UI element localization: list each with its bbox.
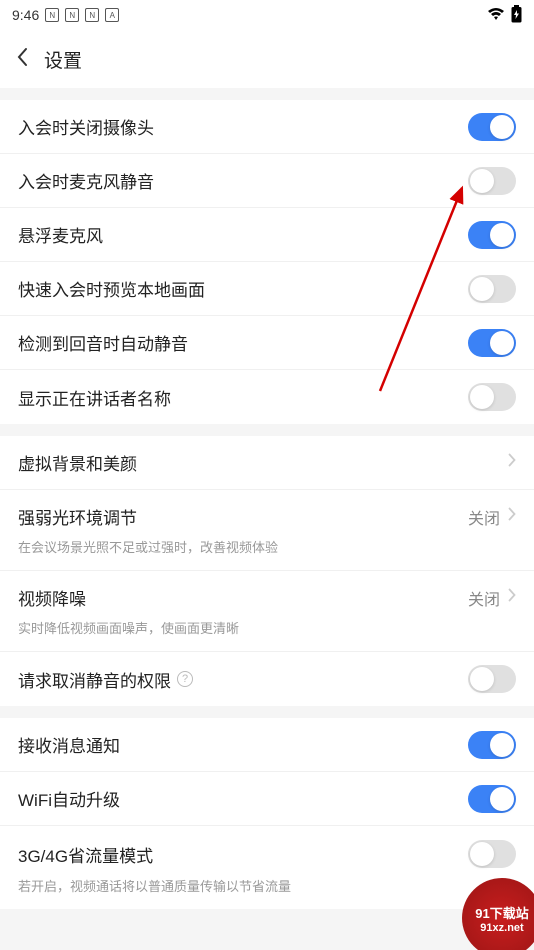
toggle-knob [490, 223, 514, 247]
settings-row: 3G/4G省流量模式若开启，视频通话将以普通质量传输以节省流量 [0, 826, 534, 909]
row-label: 显示正在讲话者名称 [18, 385, 171, 410]
settings-section: 虚拟背景和美颜强弱光环境调节关闭在会议场景光照不足或过强时，改善视频体验视频降噪… [0, 436, 534, 706]
status-bar: 9:46 N N N A [0, 0, 534, 30]
row-right [468, 383, 516, 411]
settings-section: 接收消息通知 WiFi自动升级 3G/4G省流量模式若开启，视频通话将以普通质量传输… [0, 718, 534, 909]
row-label: 入会时麦克风静音 [18, 168, 154, 193]
toggle-switch[interactable] [468, 383, 516, 411]
settings-row: 入会时关闭摄像头 [0, 100, 534, 154]
settings-section: 入会时关闭摄像头入会时麦克风静音悬浮麦克风快速入会时预览本地画面检测到回音时自动… [0, 100, 534, 424]
toggle-knob [470, 667, 494, 691]
toggle-switch[interactable] [468, 329, 516, 357]
row-right [468, 167, 516, 195]
row-right: 关闭 [468, 586, 516, 610]
row-right [508, 453, 516, 472]
toggle-knob [470, 169, 494, 193]
row-label: 强弱光环境调节 [18, 504, 137, 529]
battery-icon [511, 5, 522, 26]
settings-row: 悬浮麦克风 [0, 208, 534, 262]
toggle-switch[interactable] [468, 221, 516, 249]
row-right [468, 840, 516, 868]
row-label: 接收消息通知 [18, 732, 120, 757]
row-value: 关闭 [468, 505, 500, 529]
row-label: 快速入会时预览本地画面 [18, 276, 205, 301]
settings-row: 接收消息通知 [0, 718, 534, 772]
toggle-switch[interactable] [468, 275, 516, 303]
toggle-switch[interactable] [468, 785, 516, 813]
toggle-knob [490, 733, 514, 757]
row-value: 关闭 [468, 586, 500, 610]
row-label: 请求取消静音的权限? [18, 667, 193, 692]
settings-row: 请求取消静音的权限? [0, 652, 534, 706]
page-title: 设置 [44, 46, 82, 73]
settings-row: WiFi自动升级 [0, 772, 534, 826]
row-right [468, 665, 516, 693]
status-icon: N [45, 8, 59, 22]
toggle-knob [470, 385, 494, 409]
row-label: 入会时关闭摄像头 [18, 114, 154, 139]
status-left: 9:46 N N N A [12, 7, 119, 23]
toggle-knob [470, 842, 494, 866]
row-right [468, 275, 516, 303]
row-right [468, 731, 516, 759]
toggle-switch[interactable] [468, 113, 516, 141]
toggle-switch[interactable] [468, 167, 516, 195]
row-right [468, 329, 516, 357]
chevron-right-icon [508, 453, 516, 472]
status-right [487, 5, 522, 26]
row-right [468, 221, 516, 249]
settings-row: 快速入会时预览本地画面 [0, 262, 534, 316]
settings-row: 检测到回音时自动静音 [0, 316, 534, 370]
settings-row[interactable]: 虚拟背景和美颜 [0, 436, 534, 490]
row-right: 关闭 [468, 505, 516, 529]
row-right [468, 113, 516, 141]
wifi-icon [487, 7, 505, 24]
row-label: 悬浮麦克风 [18, 222, 103, 247]
status-time: 9:46 [12, 7, 39, 23]
toggle-knob [490, 787, 514, 811]
row-right [468, 785, 516, 813]
watermark-url: 91xz.net [480, 922, 523, 934]
toggle-switch[interactable] [468, 665, 516, 693]
help-icon[interactable]: ? [177, 671, 193, 687]
back-icon[interactable] [16, 47, 28, 72]
toggle-knob [490, 331, 514, 355]
status-icon: N [65, 8, 79, 22]
settings-row[interactable]: 强弱光环境调节 关闭在会议场景光照不足或过强时，改善视频体验 [0, 490, 534, 571]
chevron-right-icon [508, 507, 516, 526]
row-subtitle: 在会议场景光照不足或过强时，改善视频体验 [18, 537, 516, 556]
row-subtitle: 实时降低视频画面噪声，使画面更清晰 [18, 618, 516, 637]
row-subtitle: 若开启，视频通话将以普通质量传输以节省流量 [18, 876, 516, 895]
status-icon: A [105, 8, 119, 22]
settings-row: 显示正在讲话者名称 [0, 370, 534, 424]
chevron-right-icon [508, 588, 516, 607]
row-label: 3G/4G省流量模式 [18, 842, 153, 867]
settings-row[interactable]: 视频降噪 关闭实时降低视频画面噪声，使画面更清晰 [0, 571, 534, 652]
row-label: WiFi自动升级 [18, 786, 120, 811]
header: 设置 [0, 30, 534, 88]
settings-row: 入会时麦克风静音 [0, 154, 534, 208]
toggle-knob [470, 277, 494, 301]
row-label: 视频降噪 [18, 585, 86, 610]
toggle-knob [490, 115, 514, 139]
status-icon: N [85, 8, 99, 22]
toggle-switch[interactable] [468, 731, 516, 759]
toggle-switch[interactable] [468, 840, 516, 868]
row-label: 虚拟背景和美颜 [18, 450, 137, 475]
row-label: 检测到回音时自动静音 [18, 330, 188, 355]
